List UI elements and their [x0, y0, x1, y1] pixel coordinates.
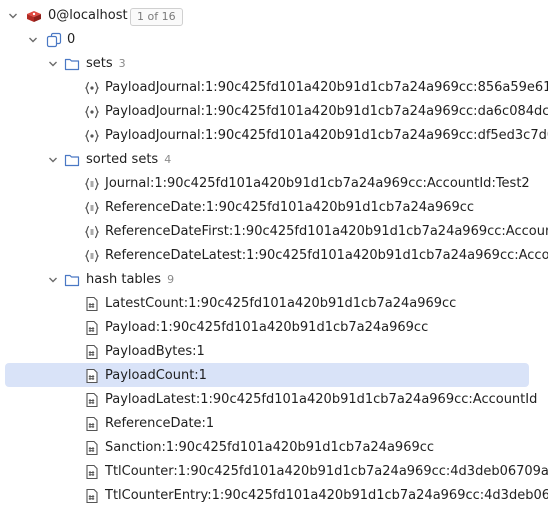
- chevron-down-icon[interactable]: [46, 153, 60, 167]
- key-label: TtlCounter:1:90c425fd101a420b91d1cb7a24a…: [105, 464, 548, 479]
- tree-node-key[interactable]: ReferenceDateFirst:1:90c425fd101a420b91d…: [0, 220, 548, 244]
- group-count: 9: [167, 273, 175, 286]
- database-label: 0: [67, 32, 76, 47]
- group-label: sorted sets 4: [86, 151, 171, 169]
- hash-key-icon: [84, 296, 100, 312]
- tree-node-key[interactable]: PayloadLatest:1:90c425fd101a420b91d1cb7a…: [0, 388, 548, 412]
- key-label: PayloadJournal:1:90c425fd101a420b91d1cb7…: [105, 128, 548, 143]
- folder-icon: [64, 56, 80, 72]
- key-label: PayloadJournal:1:90c425fd101a420b91d1cb7…: [105, 104, 548, 119]
- key-label: ReferenceDate:1:90c425fd101a420b91d1cb7a…: [105, 200, 475, 215]
- tree-node-key[interactable]: Journal:1:90c425fd101a420b91d1cb7a24a969…: [0, 172, 548, 196]
- key-label: TtlCounterEntry:1:90c425fd101a420b91d1cb…: [105, 488, 548, 503]
- key-label: ReferenceDate:1: [105, 416, 215, 431]
- tree-node-connection[interactable]: 0@localhost 1 of 16: [0, 4, 548, 28]
- tree-node-key[interactable]: PayloadJournal:1:90c425fd101a420b91d1cb7…: [0, 76, 548, 100]
- tree-node-key[interactable]: PayloadJournal:1:90c425fd101a420b91d1cb7…: [0, 100, 548, 124]
- key-label: ReferenceDateFirst:1:90c425fd101a420b91d…: [105, 224, 548, 239]
- tree-node-key[interactable]: ReferenceDateLatest:1:90c425fd101a420b91…: [0, 244, 548, 268]
- tree-node-key[interactable]: TtlCounter:1:90c425fd101a420b91d1cb7a24a…: [0, 460, 548, 484]
- tree-node-key[interactable]: ReferenceDate:1: [0, 412, 548, 436]
- group-count: 4: [164, 153, 172, 166]
- key-label: Journal:1:90c425fd101a420b91d1cb7a24a969…: [105, 176, 530, 191]
- hash-key-icon: [84, 320, 100, 336]
- hash-key-icon: [84, 464, 100, 480]
- tree-node-group[interactable]: sets 3: [0, 52, 548, 76]
- group-count: 3: [118, 57, 126, 70]
- tree-node-key[interactable]: TtlCounterEntry:1:90c425fd101a420b91d1cb…: [0, 484, 548, 508]
- group-label: sets 3: [86, 55, 126, 73]
- hash-key-icon: [84, 392, 100, 408]
- tree-node-key[interactable]: LatestCount:1:90c425fd101a420b91d1cb7a24…: [0, 292, 548, 316]
- key-label: PayloadCount:1: [105, 368, 207, 383]
- key-label: PayloadLatest:1:90c425fd101a420b91d1cb7a…: [105, 392, 538, 407]
- sorted-set-key-icon: [84, 224, 100, 240]
- set-key-icon: [84, 104, 100, 120]
- hash-key-icon: [84, 488, 100, 504]
- tree-node-group[interactable]: sorted sets 4: [0, 148, 548, 172]
- chevron-down-icon[interactable]: [26, 33, 40, 47]
- hash-key-icon: [84, 368, 100, 384]
- chevron-down-icon[interactable]: [46, 57, 60, 71]
- chevron-down-icon[interactable]: [46, 273, 60, 287]
- hash-key-icon: [84, 344, 100, 360]
- key-label: ReferenceDateLatest:1:90c425fd101a420b91…: [105, 248, 548, 263]
- folder-icon: [64, 272, 80, 288]
- set-key-icon: [84, 128, 100, 144]
- database-icon: [46, 32, 62, 48]
- hash-key-icon: [84, 440, 100, 456]
- group-name: sets: [86, 56, 113, 71]
- connection-badge: 1 of 16: [130, 8, 183, 26]
- set-key-icon: [84, 80, 100, 96]
- tree-node-key[interactable]: Payload:1:90c425fd101a420b91d1cb7a24a969…: [0, 316, 548, 340]
- tree-node-database[interactable]: 0: [0, 28, 548, 52]
- key-label: Sanction:1:90c425fd101a420b91d1cb7a24a96…: [105, 440, 435, 455]
- hash-key-icon: [84, 416, 100, 432]
- folder-icon: [64, 152, 80, 168]
- sorted-set-key-icon: [84, 176, 100, 192]
- tree-node-key[interactable]: Sanction:1:90c425fd101a420b91d1cb7a24a96…: [0, 436, 548, 460]
- tree-node-key[interactable]: ReferenceDate:1:90c425fd101a420b91d1cb7a…: [0, 196, 548, 220]
- tree-node-key[interactable]: PayloadJournal:1:90c425fd101a420b91d1cb7…: [0, 124, 548, 148]
- tree-node-key[interactable]: PayloadCount:1: [0, 364, 548, 388]
- redis-icon: [26, 8, 42, 24]
- group-name: sorted sets: [86, 152, 159, 167]
- key-label: PayloadBytes:1: [105, 344, 205, 359]
- key-label: Payload:1:90c425fd101a420b91d1cb7a24a969…: [105, 320, 429, 335]
- group-name: hash tables: [86, 272, 162, 287]
- tree-node-key[interactable]: PayloadBytes:1: [0, 340, 548, 364]
- key-label: LatestCount:1:90c425fd101a420b91d1cb7a24…: [105, 296, 457, 311]
- tree-node-group[interactable]: hash tables 9: [0, 268, 548, 292]
- sorted-set-key-icon: [84, 248, 100, 264]
- sorted-set-key-icon: [84, 200, 100, 216]
- connection-label: 0@localhost: [48, 8, 128, 23]
- database-tree: 0@localhost 1 of 16 0 sets 3 PayloadJourna…: [0, 0, 548, 508]
- chevron-down-icon[interactable]: [6, 9, 20, 23]
- group-label: hash tables 9: [86, 271, 174, 289]
- key-label: PayloadJournal:1:90c425fd101a420b91d1cb7…: [105, 80, 548, 95]
